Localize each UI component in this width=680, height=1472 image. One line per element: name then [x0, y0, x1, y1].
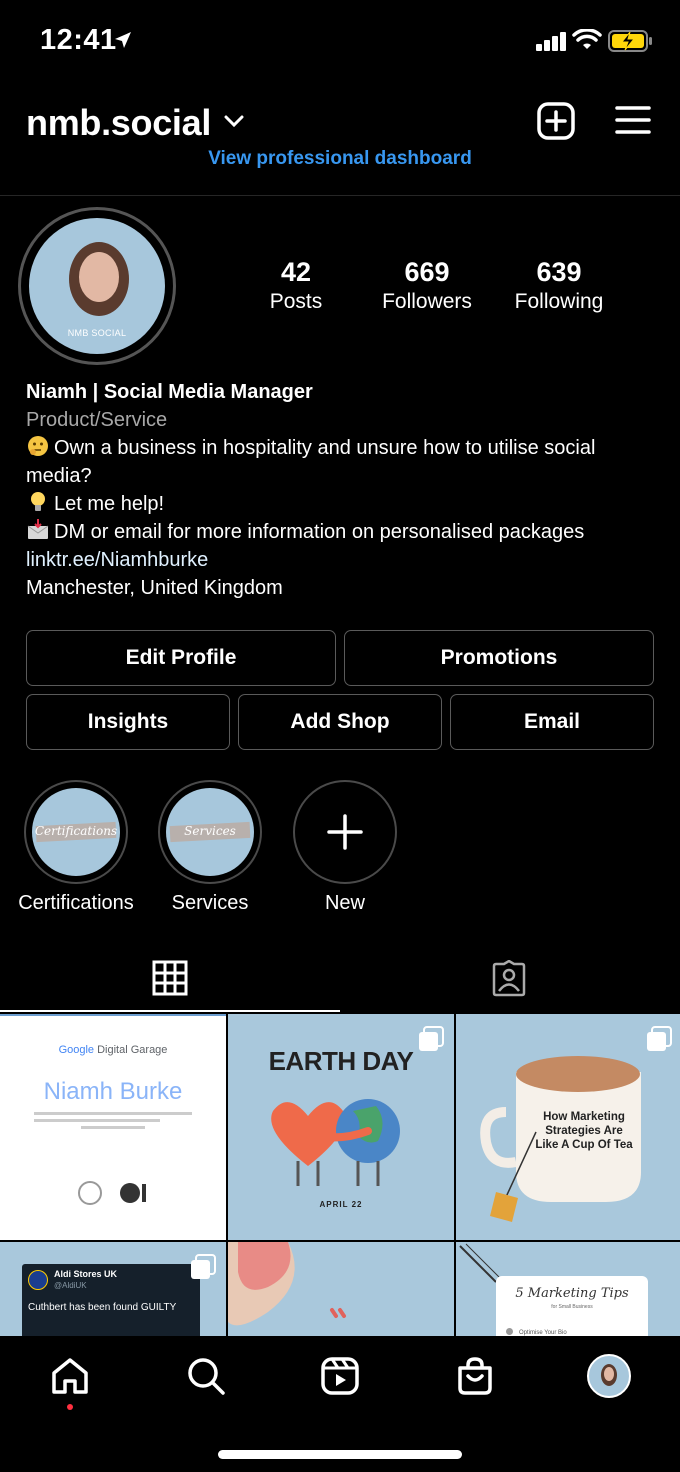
aldi-logo: [28, 1270, 48, 1290]
posts-count: 42: [280, 257, 312, 287]
followers-count: 669: [404, 257, 450, 287]
profile-tabs: [0, 952, 680, 1012]
insights-button[interactable]: Insights: [26, 694, 230, 750]
tips-subtitle: for Small Business: [551, 1304, 593, 1310]
thinking-face-icon: [28, 436, 48, 456]
tweet-author: Aldi Stores UK: [54, 1269, 118, 1279]
tea-post-text: How Marketing Strategies Are Like A Cup …: [535, 1111, 633, 1151]
home-icon[interactable]: [50, 1356, 90, 1396]
post-aldi-tweet[interactable]: Aldi Stores UK @AldiUK Cuthbert has been…: [0, 1242, 226, 1336]
battery-charging-icon: [608, 30, 652, 52]
stat-following[interactable]: 639 Following: [500, 256, 618, 316]
certificate-brand: Digital Garage: [97, 1044, 168, 1056]
tips-item: Optimise Your Bio: [506, 1328, 567, 1336]
profile-bio: Niamh | Social Media Manager Product/Ser…: [26, 378, 656, 602]
highlight-label: New: [324, 892, 365, 914]
heart-and-globe-illustration: [271, 1099, 400, 1186]
carousel-icon: [419, 1026, 444, 1051]
certificate-name: Niamh Burke: [43, 1078, 183, 1105]
earth-day-date: APRIL 22: [319, 1200, 363, 1209]
highlight-label: Certifications: [18, 892, 134, 914]
certificate-seals-icon: [78, 1181, 146, 1205]
light-bulb-icon: [31, 492, 45, 511]
tweet-card: Aldi Stores UK @AldiUK Cuthbert has been…: [22, 1264, 200, 1336]
grid-icon: [152, 960, 188, 996]
posts-grid: Google Digital Garage Niamh Burke EARTH …: [0, 1014, 680, 1336]
bio-line-2: Let me help!: [26, 490, 656, 518]
bio-line-1: Own a business in hospitality and unsure…: [26, 434, 656, 490]
post-earth-day[interactable]: EARTH DAY APRIL 22: [228, 1014, 454, 1240]
bottom-tab-bar: [0, 1336, 680, 1472]
stat-followers[interactable]: 669 Followers: [366, 256, 488, 316]
bio-line-3: DM or email for more information on pers…: [26, 518, 656, 546]
profile-tab-avatar[interactable]: [587, 1354, 631, 1398]
chevron-down-icon[interactable]: [224, 114, 244, 128]
plus-icon: [327, 814, 363, 850]
business-category: Product/Service: [26, 409, 168, 431]
post-abstract-shapes[interactable]: [228, 1242, 454, 1336]
promotions-button[interactable]: Promotions: [344, 630, 654, 686]
highlight-new[interactable]: New: [275, 780, 415, 915]
highlight-cover-text: Certifications: [34, 824, 118, 838]
tab-tagged[interactable]: [340, 952, 680, 1012]
hamburger-menu-icon[interactable]: [615, 105, 651, 135]
bio-line-3-text: DM or email for more information on pers…: [54, 521, 585, 543]
add-shop-button[interactable]: Add Shop: [238, 694, 442, 750]
wifi-icon: [572, 29, 602, 49]
home-indicator: [218, 1450, 462, 1459]
posts-label: Posts: [269, 290, 323, 313]
shop-bag-icon[interactable]: [455, 1356, 495, 1396]
abstract-shapes-illustration: [228, 1242, 346, 1326]
tweet-handle: @AldiUK: [54, 1281, 87, 1290]
avatar-caption: NMB SOCIAL: [67, 328, 127, 338]
bio-link[interactable]: linktr.ee/Niamhburke: [26, 546, 656, 574]
highlight-label: Services: [171, 892, 249, 914]
highlight-services[interactable]: Services Services: [140, 780, 280, 915]
post-certificate[interactable]: Google Digital Garage Niamh Burke: [0, 1014, 226, 1240]
cellular-signal-icon: [536, 32, 566, 51]
highlight-cover: Certifications: [24, 780, 128, 884]
followers-label: Followers: [382, 290, 472, 313]
account-switcher-username[interactable]: nmb.social: [26, 102, 211, 144]
highlight-cover-text: Services: [184, 824, 236, 838]
tweet-text: Cuthbert has been found GUILTY: [28, 1302, 177, 1313]
following-count: 639: [536, 257, 582, 287]
location-arrow-icon: [115, 32, 131, 48]
status-time: 12:41: [40, 24, 117, 56]
avatar-image: NMB SOCIAL: [29, 218, 165, 354]
display-name: Niamh | Social Media Manager: [26, 381, 313, 403]
highlight-cover: Services: [158, 780, 262, 884]
tips-title: 5 Marketing Tips: [515, 1286, 629, 1301]
highlight-certifications[interactable]: Certifications Certifications: [6, 780, 146, 915]
new-highlight-circle: [293, 780, 397, 884]
post-marketing-tea[interactable]: How Marketing Strategies Are Like A Cup …: [456, 1014, 680, 1240]
tagged-person-icon: [492, 960, 526, 997]
reels-icon[interactable]: [320, 1356, 360, 1396]
certificate-issuer: Google Digital Garage: [0, 1044, 226, 1056]
profile-avatar[interactable]: NMB SOCIAL: [18, 207, 176, 365]
profile-header: nmb.social View professional dashboard: [0, 88, 680, 196]
bio-location: Manchester, United Kingdom: [26, 577, 283, 599]
search-icon[interactable]: [186, 1356, 226, 1396]
certificate-brand-prefix: Google: [58, 1044, 95, 1056]
edit-profile-button[interactable]: Edit Profile: [26, 630, 336, 686]
carousel-icon: [191, 1254, 216, 1279]
professional-dashboard-link[interactable]: View professional dashboard: [0, 148, 680, 170]
notification-dot: [67, 1404, 73, 1410]
bio-line-2-text: Let me help!: [54, 493, 165, 515]
following-label: Following: [514, 290, 604, 313]
status-bar: 12:41: [0, 0, 680, 80]
tips-card: 5 Marketing Tips for Small Business Opti…: [496, 1276, 648, 1336]
bio-line-1-text: Own a business in hospitality and unsure…: [26, 437, 596, 487]
inbox-tray-icon: [27, 519, 49, 539]
email-button[interactable]: Email: [450, 694, 654, 750]
tab-posts-grid[interactable]: [0, 952, 340, 1012]
create-post-icon[interactable]: [537, 102, 575, 140]
stat-posts[interactable]: 42 Posts: [246, 256, 346, 316]
carousel-icon: [647, 1026, 672, 1051]
post-marketing-tips[interactable]: 5 Marketing Tips for Small Business Opti…: [456, 1242, 680, 1336]
